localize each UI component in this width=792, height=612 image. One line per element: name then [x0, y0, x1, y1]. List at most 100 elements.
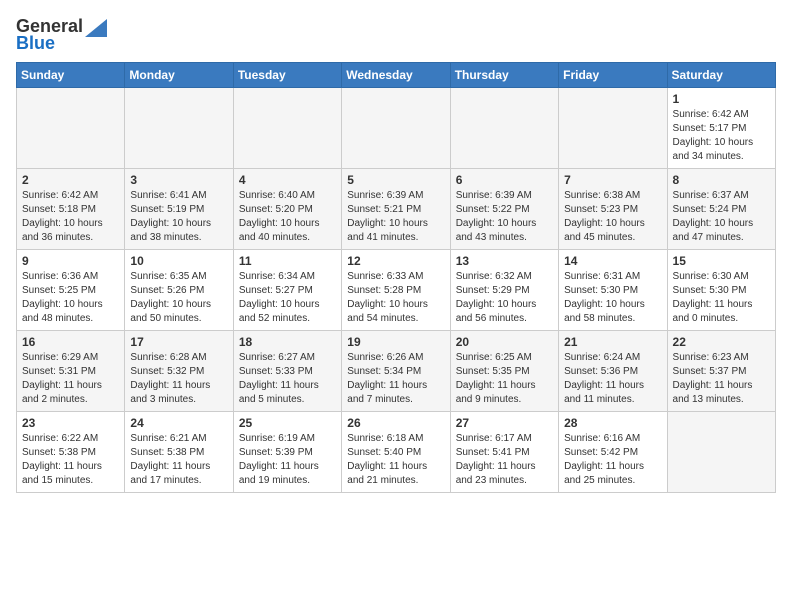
- day-info: Sunrise: 6:18 AM Sunset: 5:40 PM Dayligh…: [347, 432, 444, 488]
- day-info: Sunrise: 6:21 AM Sunset: 5:38 PM Dayligh…: [130, 432, 227, 488]
- page-header: General Blue: [16, 16, 776, 54]
- weekday-header-thursday: Thursday: [450, 63, 558, 88]
- day-info: Sunrise: 6:38 AM Sunset: 5:23 PM Dayligh…: [564, 189, 661, 245]
- day-info: Sunrise: 6:40 AM Sunset: 5:20 PM Dayligh…: [239, 189, 336, 245]
- day-info: Sunrise: 6:35 AM Sunset: 5:26 PM Dayligh…: [130, 270, 227, 326]
- calendar-cell: 4 Sunrise: 6:40 AM Sunset: 5:20 PM Daylig…: [233, 169, 341, 250]
- calendar-cell: 17Sunrise: 6:28 AM Sunset: 5:32 PM Dayli…: [125, 331, 233, 412]
- day-info: Sunrise: 6:41 AM Sunset: 5:19 PM Dayligh…: [130, 189, 227, 245]
- calendar-cell: 9 Sunrise: 6:36 AM Sunset: 5:25 PM Daylig…: [17, 250, 125, 331]
- day-info: Sunrise: 6:36 AM Sunset: 5:25 PM Dayligh…: [22, 270, 119, 326]
- day-info: Sunrise: 6:19 AM Sunset: 5:39 PM Dayligh…: [239, 432, 336, 488]
- day-info: Sunrise: 6:42 AM Sunset: 5:18 PM Dayligh…: [22, 189, 119, 245]
- day-number: 11: [239, 254, 336, 268]
- weekday-header-sunday: Sunday: [17, 63, 125, 88]
- calendar-cell: 24 Sunrise: 6:21 AM Sunset: 5:38 PM Dayli…: [125, 412, 233, 493]
- day-number: 16: [22, 335, 119, 349]
- day-info: Sunrise: 6:24 AM Sunset: 5:36 PM Dayligh…: [564, 351, 661, 407]
- day-number: 18: [239, 335, 336, 349]
- day-number: 28: [564, 416, 661, 430]
- weekday-header-friday: Friday: [559, 63, 667, 88]
- day-info: Sunrise: 6:42 AM Sunset: 5:17 PM Dayligh…: [673, 108, 770, 164]
- day-number: 21: [564, 335, 661, 349]
- calendar-cell: 19 Sunrise: 6:26 AM Sunset: 5:34 PM Dayli…: [342, 331, 450, 412]
- day-number: 5: [347, 173, 444, 187]
- day-info: Sunrise: 6:25 AM Sunset: 5:35 PM Dayligh…: [456, 351, 553, 407]
- day-number: 19: [347, 335, 444, 349]
- calendar-cell: [233, 88, 341, 169]
- weekday-header-wednesday: Wednesday: [342, 63, 450, 88]
- calendar-cell: [450, 88, 558, 169]
- calendar-cell: 20 Sunrise: 6:25 AM Sunset: 5:35 PM Dayli…: [450, 331, 558, 412]
- calendar-cell: 15 Sunrise: 6:30 AM Sunset: 5:30 PM Dayli…: [667, 250, 775, 331]
- calendar-cell: 14 Sunrise: 6:31 AM Sunset: 5:30 PM Dayli…: [559, 250, 667, 331]
- calendar-cell: 6 Sunrise: 6:39 AM Sunset: 5:22 PM Daylig…: [450, 169, 558, 250]
- calendar-cell: 8Sunrise: 6:37 AM Sunset: 5:24 PM Daylig…: [667, 169, 775, 250]
- calendar-cell: [667, 412, 775, 493]
- calendar-cell: 25 Sunrise: 6:19 AM Sunset: 5:39 PM Dayli…: [233, 412, 341, 493]
- calendar-cell: [17, 88, 125, 169]
- day-number: 27: [456, 416, 553, 430]
- calendar-cell: 18 Sunrise: 6:27 AM Sunset: 5:33 PM Dayli…: [233, 331, 341, 412]
- day-info: Sunrise: 6:22 AM Sunset: 5:38 PM Dayligh…: [22, 432, 119, 488]
- calendar-cell: [559, 88, 667, 169]
- day-info: Sunrise: 6:33 AM Sunset: 5:28 PM Dayligh…: [347, 270, 444, 326]
- day-info: Sunrise: 6:29 AM Sunset: 5:31 PM Dayligh…: [22, 351, 119, 407]
- logo-icon: [85, 19, 107, 37]
- weekday-header-tuesday: Tuesday: [233, 63, 341, 88]
- calendar-cell: 7 Sunrise: 6:38 AM Sunset: 5:23 PM Daylig…: [559, 169, 667, 250]
- day-info: Sunrise: 6:37 AM Sunset: 5:24 PM Dayligh…: [673, 189, 770, 245]
- calendar-cell: 21 Sunrise: 6:24 AM Sunset: 5:36 PM Dayli…: [559, 331, 667, 412]
- day-number: 25: [239, 416, 336, 430]
- logo-blue-text: Blue: [16, 33, 55, 54]
- calendar-cell: 12 Sunrise: 6:33 AM Sunset: 5:28 PM Dayli…: [342, 250, 450, 331]
- weekday-header-saturday: Saturday: [667, 63, 775, 88]
- day-info: Sunrise: 6:23 AM Sunset: 5:37 PM Dayligh…: [673, 351, 770, 407]
- day-number: 20: [456, 335, 553, 349]
- day-number: 2: [22, 173, 119, 187]
- calendar-cell: [342, 88, 450, 169]
- calendar-cell: [125, 88, 233, 169]
- day-info: Sunrise: 6:27 AM Sunset: 5:33 PM Dayligh…: [239, 351, 336, 407]
- day-number: 24: [130, 416, 227, 430]
- day-number: 1: [673, 92, 770, 106]
- calendar-cell: 23 Sunrise: 6:22 AM Sunset: 5:38 PM Dayli…: [17, 412, 125, 493]
- day-number: 13: [456, 254, 553, 268]
- day-number: 12: [347, 254, 444, 268]
- day-info: Sunrise: 6:30 AM Sunset: 5:30 PM Dayligh…: [673, 270, 770, 326]
- calendar-cell: 26 Sunrise: 6:18 AM Sunset: 5:40 PM Dayli…: [342, 412, 450, 493]
- day-info: Sunrise: 6:17 AM Sunset: 5:41 PM Dayligh…: [456, 432, 553, 488]
- day-number: 23: [22, 416, 119, 430]
- calendar-cell: 5Sunrise: 6:39 AM Sunset: 5:21 PM Daylig…: [342, 169, 450, 250]
- day-info: Sunrise: 6:26 AM Sunset: 5:34 PM Dayligh…: [347, 351, 444, 407]
- calendar-cell: 11 Sunrise: 6:34 AM Sunset: 5:27 PM Dayli…: [233, 250, 341, 331]
- day-number: 22: [673, 335, 770, 349]
- day-number: 6: [456, 173, 553, 187]
- day-info: Sunrise: 6:39 AM Sunset: 5:22 PM Dayligh…: [456, 189, 553, 245]
- day-number: 26: [347, 416, 444, 430]
- day-info: Sunrise: 6:32 AM Sunset: 5:29 PM Dayligh…: [456, 270, 553, 326]
- calendar-cell: 10 Sunrise: 6:35 AM Sunset: 5:26 PM Dayli…: [125, 250, 233, 331]
- calendar-cell: 22 Sunrise: 6:23 AM Sunset: 5:37 PM Dayli…: [667, 331, 775, 412]
- day-number: 4: [239, 173, 336, 187]
- day-number: 9: [22, 254, 119, 268]
- day-number: 15: [673, 254, 770, 268]
- calendar-cell: 13 Sunrise: 6:32 AM Sunset: 5:29 PM Dayli…: [450, 250, 558, 331]
- weekday-header-monday: Monday: [125, 63, 233, 88]
- day-info: Sunrise: 6:31 AM Sunset: 5:30 PM Dayligh…: [564, 270, 661, 326]
- calendar-table: SundayMondayTuesdayWednesdayThursdayFrid…: [16, 62, 776, 493]
- day-number: 10: [130, 254, 227, 268]
- logo: General Blue: [16, 16, 107, 54]
- calendar-cell: 27 Sunrise: 6:17 AM Sunset: 5:41 PM Dayli…: [450, 412, 558, 493]
- day-info: Sunrise: 6:34 AM Sunset: 5:27 PM Dayligh…: [239, 270, 336, 326]
- day-info: Sunrise: 6:28 AM Sunset: 5:32 PM Dayligh…: [130, 351, 227, 407]
- day-number: 14: [564, 254, 661, 268]
- day-number: 7: [564, 173, 661, 187]
- calendar-cell: 16 Sunrise: 6:29 AM Sunset: 5:31 PM Dayli…: [17, 331, 125, 412]
- calendar-cell: 28 Sunrise: 6:16 AM Sunset: 5:42 PM Dayli…: [559, 412, 667, 493]
- calendar-cell: 2 Sunrise: 6:42 AM Sunset: 5:18 PM Daylig…: [17, 169, 125, 250]
- day-number: 3: [130, 173, 227, 187]
- calendar-cell: 1 Sunrise: 6:42 AM Sunset: 5:17 PM Daylig…: [667, 88, 775, 169]
- calendar-cell: 3 Sunrise: 6:41 AM Sunset: 5:19 PM Daylig…: [125, 169, 233, 250]
- day-info: Sunrise: 6:16 AM Sunset: 5:42 PM Dayligh…: [564, 432, 661, 488]
